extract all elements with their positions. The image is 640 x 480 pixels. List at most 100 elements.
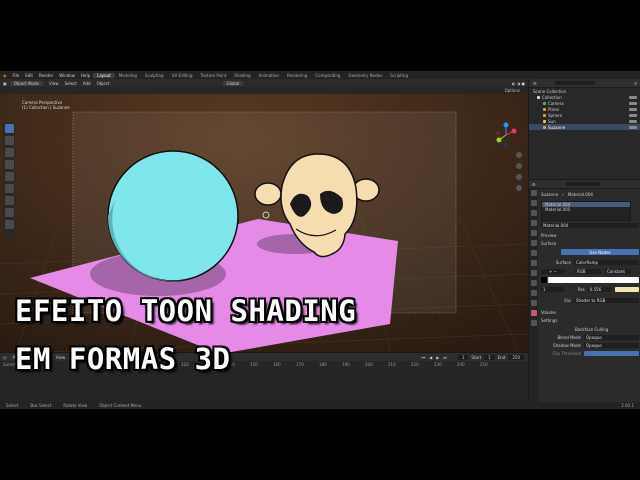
filter-icon[interactable]: ⚲	[634, 81, 637, 86]
menu-file[interactable]: File	[10, 73, 23, 78]
blender-logo-icon[interactable]: ◉	[0, 73, 10, 78]
grid-icon[interactable]	[516, 185, 522, 191]
transform-orientation[interactable]: Global	[222, 80, 244, 86]
material-name-field[interactable]: Material.004	[541, 222, 639, 228]
rotate-tool-icon[interactable]	[4, 160, 14, 169]
editor-type-icon[interactable]: ▣	[0, 81, 10, 86]
tab-texture-paint[interactable]: Texture Paint	[196, 73, 230, 78]
tab-sculpting[interactable]: Sculpting	[141, 73, 168, 78]
zoom-icon[interactable]	[516, 152, 522, 158]
outliner-search[interactable]	[554, 81, 595, 85]
view-layer-tab-icon[interactable]	[530, 220, 537, 226]
backface-culling-checkbox[interactable]: Backface Culling	[575, 327, 608, 332]
camera-view-icon[interactable]	[516, 174, 522, 180]
mode-dropdown[interactable]: Object Mode	[9, 80, 43, 86]
tab-shading[interactable]: Shading	[230, 73, 254, 78]
visibility-icon[interactable]	[629, 119, 637, 123]
clip-threshold-slider[interactable]	[584, 350, 639, 356]
outliner-item-suzanne[interactable]: Suzanne	[529, 124, 640, 130]
output-tab-icon[interactable]	[530, 210, 537, 216]
menu-help[interactable]: Help	[78, 73, 93, 78]
add-cube-tool-icon[interactable]	[4, 220, 14, 229]
material-tab-icon[interactable]	[530, 310, 537, 316]
transform-tool-icon[interactable]	[4, 184, 14, 193]
shading-modes-icon[interactable]: ◐ ◑ ●	[509, 81, 528, 86]
timeline-editor-icon[interactable]: ◷	[0, 355, 10, 360]
outliner-icon[interactable]: ☰	[533, 81, 537, 86]
menu-add[interactable]: Add	[80, 81, 94, 86]
move-tool-icon[interactable]	[4, 148, 14, 157]
top-bar: ◉ File Edit Render Window Help Layout Mo…	[0, 71, 640, 402]
tab-uv-editing[interactable]: UV Editing	[168, 73, 197, 78]
material-slot[interactable]: Material.005	[542, 207, 630, 212]
preview-panel-header[interactable]: Preview	[541, 233, 557, 238]
particles-tab-icon[interactable]	[530, 270, 537, 276]
tab-rendering[interactable]: Rendering	[283, 73, 311, 78]
menu-window[interactable]: Window	[56, 73, 78, 78]
visibility-icon[interactable]	[629, 107, 637, 111]
properties-icon[interactable]: ⚙	[532, 182, 536, 187]
end-frame-field[interactable]: 250	[508, 354, 524, 360]
navigation-gizmo-icon[interactable]	[494, 122, 518, 148]
data-tab-icon[interactable]	[530, 300, 537, 306]
tab-scripting[interactable]: Scripting	[386, 73, 412, 78]
menu-object[interactable]: Object	[94, 81, 113, 86]
modifier-tab-icon[interactable]	[530, 260, 537, 266]
stop-color-swatch[interactable]	[614, 286, 639, 292]
tab-animation[interactable]: Animation	[255, 73, 283, 78]
play-icon[interactable]: ▶	[434, 355, 441, 360]
object-tab-icon[interactable]	[530, 250, 537, 256]
visibility-icon[interactable]	[629, 95, 637, 99]
surface-shader-field[interactable]: ColorRamp	[574, 259, 639, 265]
ruler-tick: 190	[342, 362, 350, 367]
texture-tab-icon[interactable]	[530, 320, 537, 326]
status-box-select: Box Select	[30, 403, 52, 408]
blend-mode-dropdown[interactable]: Opaque	[584, 334, 639, 340]
tab-modeling[interactable]: Modeling	[115, 73, 141, 78]
menu-select[interactable]: Select	[61, 81, 79, 86]
fac-input-field[interactable]: Shader to RGB	[574, 297, 639, 303]
measure-tool-icon[interactable]	[4, 208, 14, 217]
tab-geometry-nodes[interactable]: Geometry Nodes	[344, 73, 386, 78]
status-bar: Select Box Select Rotate View Object Con…	[0, 402, 640, 409]
jump-end-icon[interactable]: ⏭	[441, 355, 449, 360]
cursor-tool-icon[interactable]	[4, 136, 14, 145]
world-tab-icon[interactable]	[530, 240, 537, 246]
stop-index-field[interactable]: 1	[541, 286, 564, 292]
settings-panel-header[interactable]: Settings	[541, 318, 557, 323]
jump-start-icon[interactable]: ⏮	[420, 355, 428, 360]
pos-field[interactable]: 0.556	[587, 286, 611, 292]
surface-field-label: Surface	[555, 259, 571, 265]
scene-tab-icon[interactable]	[530, 230, 537, 236]
color-ramp[interactable]	[541, 277, 639, 283]
material-slot-list[interactable]: Material.004 Material.005	[541, 201, 631, 221]
properties-editor: ⚙ Suzanne › Material.004 Material.004 Ma…	[529, 179, 640, 402]
menu-render[interactable]: Render	[36, 73, 56, 78]
play-reverse-icon[interactable]: ◀	[427, 355, 434, 360]
use-nodes-button[interactable]: Use Nodes	[561, 249, 639, 255]
visibility-icon[interactable]	[629, 113, 637, 117]
shadow-mode-dropdown[interactable]: Opaque	[584, 342, 639, 348]
menu-edit[interactable]: Edit	[22, 73, 36, 78]
visibility-icon[interactable]	[629, 125, 637, 129]
select-tool-icon[interactable]	[4, 124, 14, 133]
add-remove-stop-icon[interactable]: + −	[541, 268, 565, 274]
tab-layout[interactable]: Layout	[93, 72, 115, 78]
annotate-tool-icon[interactable]	[4, 196, 14, 205]
current-frame-field[interactable]: 1	[457, 354, 469, 360]
start-frame-field[interactable]: 1	[484, 354, 495, 360]
scale-tool-icon[interactable]	[4, 172, 14, 181]
interpolation-dropdown[interactable]: Constant	[605, 268, 631, 274]
color-mode-dropdown[interactable]: RGB	[575, 268, 601, 274]
surface-panel-header[interactable]: Surface	[541, 241, 556, 246]
pan-hand-icon[interactable]	[516, 163, 522, 169]
menu-view[interactable]: View	[46, 81, 62, 86]
options-dropdown[interactable]: Options	[505, 88, 520, 93]
constraints-tab-icon[interactable]	[530, 290, 537, 296]
visibility-icon[interactable]	[629, 101, 637, 105]
physics-tab-icon[interactable]	[530, 280, 537, 286]
volume-panel-header[interactable]: Volume	[541, 310, 556, 315]
tool-tab-icon[interactable]	[530, 190, 537, 196]
render-tab-icon[interactable]	[530, 200, 537, 206]
tab-compositing[interactable]: Compositing	[311, 73, 344, 78]
